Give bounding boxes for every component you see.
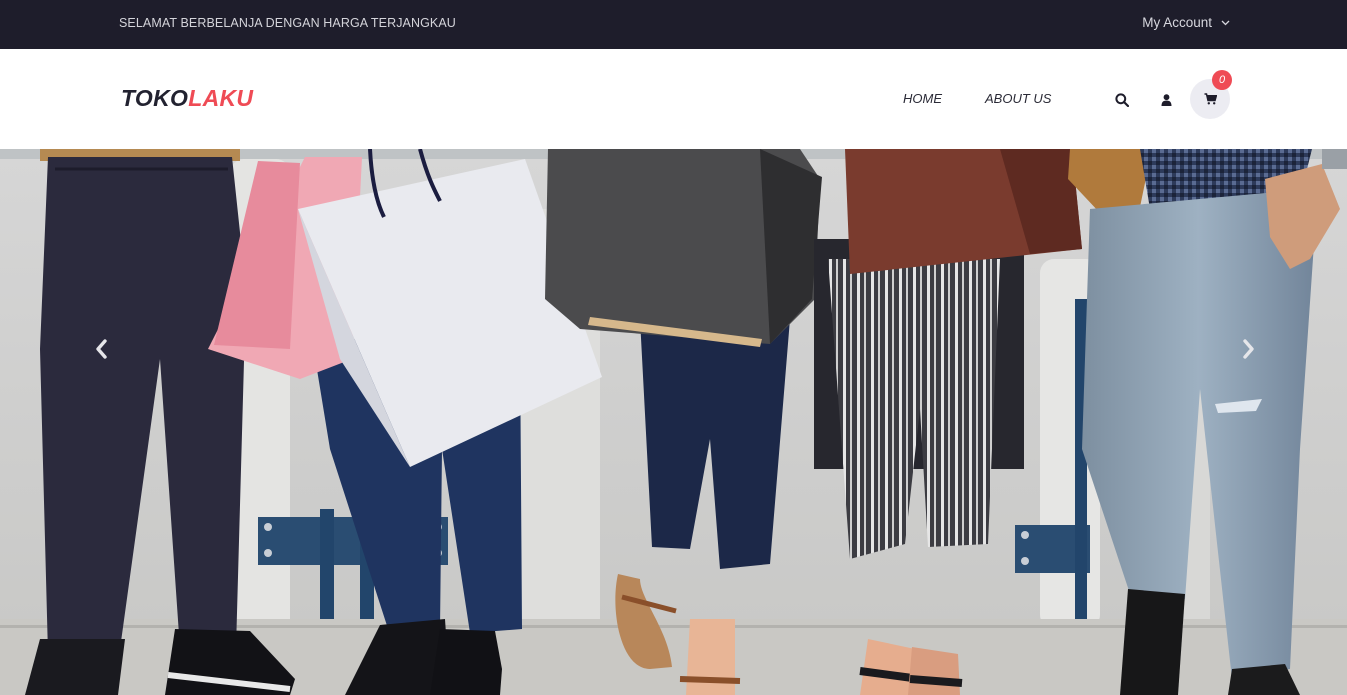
chevron-down-icon (1221, 20, 1230, 25)
my-account-dropdown[interactable]: My Account (1142, 15, 1230, 30)
slider-next-button[interactable] (1238, 338, 1258, 360)
site-header: TOKOLAKU HOME ABOUT US 0 (0, 49, 1347, 149)
user-icon (1161, 93, 1171, 106)
slider-prev-button[interactable] (92, 338, 112, 360)
top-bar: SELAMAT BERBELANJA DENGAN HARGA TERJANGK… (0, 0, 1347, 49)
cart-icon (1204, 93, 1217, 105)
chevron-right-icon (1243, 339, 1254, 359)
my-account-label: My Account (1142, 15, 1212, 30)
user-button[interactable] (1159, 92, 1173, 107)
promo-text: SELAMAT BERBELANJA DENGAN HARGA TERJANGK… (119, 16, 456, 30)
logo[interactable]: TOKOLAKU (121, 85, 253, 112)
nav-about-us[interactable]: ABOUT US (985, 91, 1051, 106)
chevron-left-icon (96, 339, 107, 359)
cart-count-badge: 0 (1212, 70, 1232, 90)
search-icon (1115, 93, 1129, 107)
search-button[interactable] (1114, 92, 1130, 108)
main-nav: HOME ABOUT US (903, 91, 1051, 106)
hero-image (0, 149, 1347, 695)
logo-text-part2: LAKU (188, 85, 254, 111)
hero-slider[interactable] (0, 149, 1347, 695)
nav-home[interactable]: HOME (903, 91, 942, 106)
logo-text-part1: TOKO (121, 85, 189, 111)
